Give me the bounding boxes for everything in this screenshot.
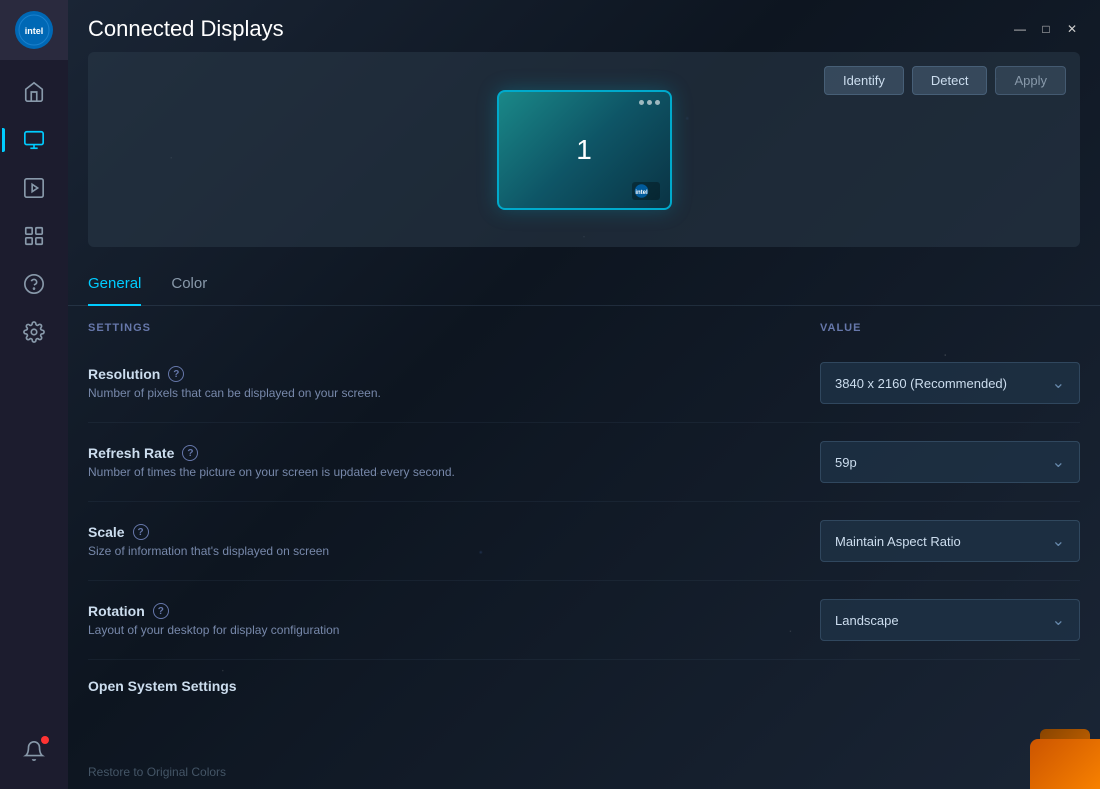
resolution-info: Resolution ? Number of pixels that can b… — [88, 366, 820, 400]
refresh-rate-row: Refresh Rate ? Number of times the pictu… — [88, 423, 1080, 502]
refresh-rate-dropdown[interactable]: 59p ⌄ — [820, 441, 1080, 483]
monitor-dot-2 — [647, 100, 652, 105]
open-system-settings-link[interactable]: Open System Settings — [88, 678, 237, 694]
rotation-dropdown-arrow: ⌄ — [1052, 610, 1065, 630]
monitor-widget[interactable]: 1 intel — [497, 90, 672, 210]
settings-column-header: SETTINGS — [88, 322, 820, 334]
resolution-row: Resolution ? Number of pixels that can b… — [88, 344, 1080, 423]
bell-button[interactable] — [12, 729, 56, 773]
scale-description: Size of information that's displayed on … — [88, 544, 820, 558]
rotation-dropdown[interactable]: Landscape ⌄ — [820, 599, 1080, 641]
tabs-container: General Color — [68, 255, 1100, 306]
refresh-rate-help-icon[interactable]: ? — [182, 445, 198, 461]
rotation-control: Landscape ⌄ — [820, 599, 1080, 641]
settings-area: SETTINGS VALUE Resolution ? Number of pi… — [68, 306, 1100, 755]
sidebar-item-home[interactable] — [12, 70, 56, 114]
rotation-row: Rotation ? Layout of your desktop for di… — [88, 581, 1080, 660]
svg-text:intel: intel — [635, 190, 648, 196]
monitor-dot-1 — [639, 100, 644, 105]
tab-color[interactable]: Color — [171, 267, 207, 306]
resolution-dropdown-arrow: ⌄ — [1052, 373, 1065, 393]
sidebar-logo: intel — [0, 0, 68, 60]
system-settings-section: Open System Settings — [88, 660, 1080, 704]
sidebar: intel — [0, 0, 68, 789]
value-column-header: VALUE — [820, 322, 1080, 334]
rotation-description: Layout of your desktop for display confi… — [88, 623, 820, 637]
scale-dropdown[interactable]: Maintain Aspect Ratio ⌄ — [820, 520, 1080, 562]
resolution-label: Resolution ? — [88, 366, 820, 382]
display-actions: Identify Detect Apply — [824, 66, 1066, 95]
page-title: Connected Displays — [88, 16, 284, 42]
window-controls: — □ ✕ — [1012, 21, 1080, 37]
close-button[interactable]: ✕ — [1064, 21, 1080, 37]
settings-header: SETTINGS VALUE — [88, 322, 1080, 344]
refresh-rate-description: Number of times the picture on your scre… — [88, 465, 820, 479]
resolution-description: Number of pixels that can be displayed o… — [88, 386, 820, 400]
resolution-help-icon[interactable]: ? — [168, 366, 184, 382]
rotation-info: Rotation ? Layout of your desktop for di… — [88, 603, 820, 637]
sidebar-item-media[interactable] — [12, 166, 56, 210]
minimize-button[interactable]: — — [1012, 21, 1028, 37]
resolution-control: 3840 x 2160 (Recommended) ⌄ — [820, 362, 1080, 404]
notification-badge — [41, 736, 49, 744]
scale-control: Maintain Aspect Ratio ⌄ — [820, 520, 1080, 562]
scale-help-icon[interactable]: ? — [133, 524, 149, 540]
display-preview-area: Identify Detect Apply 1 intel — [88, 52, 1080, 247]
apply-button[interactable]: Apply — [995, 66, 1066, 95]
bottom-bar: Restore to Original Colors — [68, 755, 1100, 789]
monitor-dot-3 — [655, 100, 660, 105]
tab-general[interactable]: General — [88, 267, 141, 306]
detect-button[interactable]: Detect — [912, 66, 988, 95]
refresh-rate-control: 59p ⌄ — [820, 441, 1080, 483]
sidebar-item-settings[interactable] — [12, 310, 56, 354]
svg-text:intel: intel — [25, 26, 44, 36]
sidebar-item-display[interactable] — [12, 118, 56, 162]
sidebar-bottom — [12, 729, 56, 789]
titlebar: Connected Displays — □ ✕ — [68, 0, 1100, 52]
sidebar-item-help[interactable] — [12, 262, 56, 306]
restore-colors-text: Restore to Original Colors — [88, 765, 226, 779]
monitor-dots — [639, 100, 660, 105]
monitor-number: 1 — [576, 134, 592, 166]
rotation-help-icon[interactable]: ? — [153, 603, 169, 619]
monitor-intel-logo: intel — [632, 182, 660, 200]
refresh-rate-label: Refresh Rate ? — [88, 445, 820, 461]
rotation-label: Rotation ? — [88, 603, 820, 619]
scale-dropdown-arrow: ⌄ — [1052, 531, 1065, 551]
refresh-rate-dropdown-arrow: ⌄ — [1052, 452, 1065, 472]
sidebar-item-apps[interactable] — [12, 214, 56, 258]
identify-button[interactable]: Identify — [824, 66, 904, 95]
sidebar-navigation — [12, 60, 56, 729]
scale-info: Scale ? Size of information that's displ… — [88, 524, 820, 558]
resolution-dropdown[interactable]: 3840 x 2160 (Recommended) ⌄ — [820, 362, 1080, 404]
scale-label: Scale ? — [88, 524, 820, 540]
scale-row: Scale ? Size of information that's displ… — [88, 502, 1080, 581]
refresh-rate-info: Refresh Rate ? Number of times the pictu… — [88, 445, 820, 479]
main-content: Connected Displays — □ ✕ Identify Detect… — [68, 0, 1100, 789]
maximize-button[interactable]: □ — [1038, 21, 1054, 37]
intel-logo-icon: intel — [15, 11, 53, 49]
